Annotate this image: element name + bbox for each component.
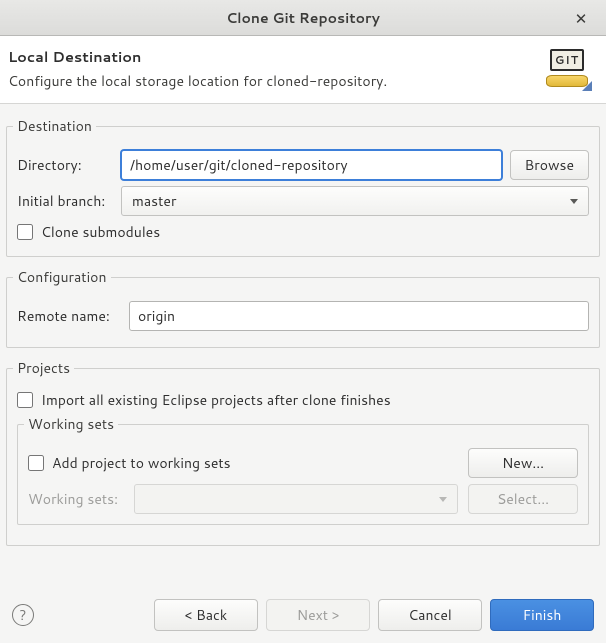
configuration-group: Configuration Remote name:: [6, 267, 600, 348]
working-sets-group: Working sets Add project to working sets…: [17, 414, 589, 525]
clone-submodules-input[interactable]: [17, 224, 33, 240]
wizard-footer: ? < Back Next > Cancel Finish: [0, 587, 606, 643]
clone-submodules-label: Clone submodules: [41, 222, 160, 242]
chevron-down-icon: [439, 497, 447, 502]
titlebar: Clone Git Repository ✕: [0, 0, 606, 36]
add-to-working-sets-input[interactable]: [28, 455, 44, 471]
initial-branch-value: master: [132, 191, 176, 211]
help-icon: ?: [19, 605, 26, 625]
back-button[interactable]: < Back: [154, 599, 258, 631]
git-icon: GIT: [544, 47, 592, 91]
browse-button[interactable]: Browse: [510, 150, 590, 180]
initial-branch-dropdown[interactable]: master: [121, 186, 589, 216]
directory-input[interactable]: [121, 150, 502, 180]
new-working-set-button[interactable]: New...: [468, 448, 578, 478]
wizard-header: Local Destination Configure the local st…: [0, 36, 606, 104]
import-projects-label: Import all existing Eclipse projects aft…: [41, 390, 391, 410]
import-projects-checkbox[interactable]: Import all existing Eclipse projects aft…: [17, 390, 589, 410]
import-projects-input[interactable]: [17, 392, 33, 408]
add-to-working-sets-checkbox[interactable]: Add project to working sets: [28, 453, 458, 473]
page-title: Local Destination: [8, 46, 387, 67]
projects-group: Projects Import all existing Eclipse pro…: [6, 358, 600, 546]
close-icon: ✕: [575, 8, 588, 29]
select-working-set-button: Select...: [468, 484, 578, 514]
page-subtitle: Configure the local storage location for…: [8, 71, 387, 91]
cancel-button[interactable]: Cancel: [378, 599, 482, 631]
working-sets-legend: Working sets: [24, 414, 118, 434]
help-button[interactable]: ?: [12, 604, 34, 626]
window-title: Clone Git Repository: [226, 8, 380, 28]
next-button: Next >: [266, 599, 370, 631]
initial-branch-label: Initial branch:: [17, 191, 113, 211]
remote-name-input[interactable]: [129, 301, 589, 331]
destination-legend: Destination: [13, 116, 96, 136]
remote-name-label: Remote name:: [17, 306, 121, 326]
directory-label: Directory:: [17, 155, 113, 175]
projects-legend: Projects: [13, 358, 74, 378]
close-button[interactable]: ✕: [566, 0, 596, 36]
working-sets-dropdown: [134, 484, 458, 514]
chevron-down-icon: [570, 199, 578, 204]
clone-submodules-checkbox[interactable]: Clone submodules: [17, 222, 589, 242]
finish-button[interactable]: Finish: [490, 599, 594, 631]
working-sets-label: Working sets:: [28, 489, 124, 509]
destination-group: Destination Directory: Browse Initial br…: [6, 116, 600, 257]
add-to-working-sets-label: Add project to working sets: [52, 453, 231, 473]
configuration-legend: Configuration: [13, 267, 111, 287]
